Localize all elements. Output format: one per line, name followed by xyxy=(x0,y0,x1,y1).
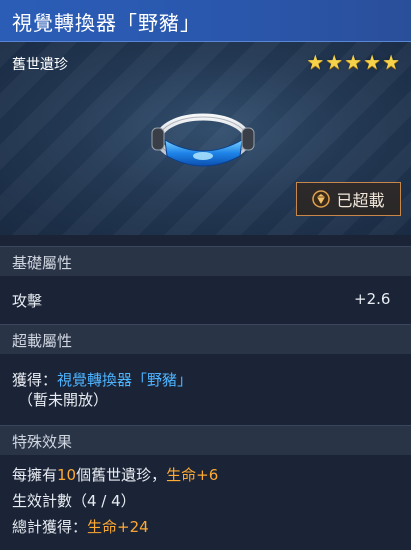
title-bar: 視覺轉換器「野豬」 xyxy=(0,0,411,42)
obtain-prefix: 獲得： xyxy=(12,371,58,389)
stat-value: +2.6 xyxy=(354,290,391,308)
effect-line-1: 每擁有10個舊世遺珍，生命+6 xyxy=(12,464,218,485)
effect-text: 個舊世遺珍， xyxy=(76,466,167,484)
rarity-label: 舊世遺珍 xyxy=(12,57,68,73)
item-title: 視覺轉換器「野豬」 xyxy=(12,11,201,35)
section-special-effect: 特殊效果 xyxy=(0,425,411,455)
section-base-attributes: 基礎屬性 xyxy=(0,246,411,276)
effect-bonus: 生命+6 xyxy=(166,466,219,484)
obtain-item-link[interactable]: 視覺轉換器「野豬」 xyxy=(57,371,192,389)
overload-status: （暫未開放） xyxy=(18,391,109,409)
stat-row-attack: 攻擊 xyxy=(12,290,42,311)
section-title: 基礎屬性 xyxy=(12,254,73,272)
scroll-fade xyxy=(0,530,411,550)
effect-line-2: 生效計數（4 / 4） xyxy=(12,492,136,510)
overloaded-badge: 已超載 xyxy=(296,182,401,216)
rarity-stars: ★★★★★ xyxy=(306,50,401,74)
section-title: 特殊效果 xyxy=(12,433,73,451)
effect-count: 10 xyxy=(57,466,77,484)
item-card: 舊世遺珍 ★★★★★ 已超載 xyxy=(0,42,411,235)
stat-name: 攻擊 xyxy=(12,292,43,310)
overload-obtain-line: 獲得：視覺轉換器「野豬」 xyxy=(12,369,192,390)
overloaded-label: 已超載 xyxy=(336,191,385,210)
visor-goggles-image xyxy=(151,113,255,167)
section-title: 超載屬性 xyxy=(12,332,73,350)
gem-icon xyxy=(312,190,331,208)
section-overload-attributes: 超載屬性 xyxy=(0,324,411,354)
effect-text: 每擁有 xyxy=(12,466,58,484)
